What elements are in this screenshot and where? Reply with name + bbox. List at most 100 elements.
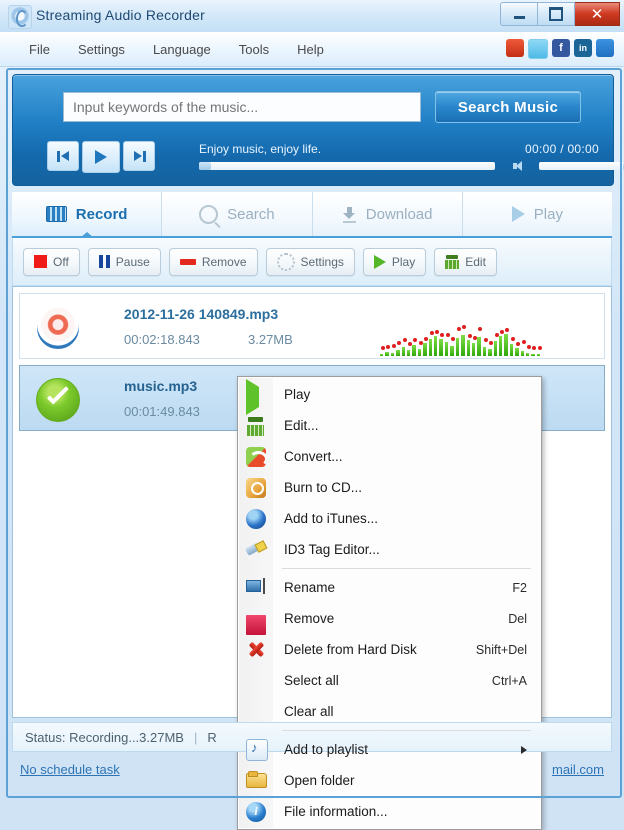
menu-bar: File Settings Language Tools Help f in <box>0 32 624 67</box>
menu-item-language[interactable]: Language <box>140 38 224 61</box>
googleplus-icon[interactable] <box>506 39 524 57</box>
off-button[interactable]: Off <box>23 248 80 276</box>
search-player-panel: Search Music Enjoy music, enjoy life. 00… <box>12 74 614 186</box>
play-icon <box>512 206 525 222</box>
previous-track-button[interactable] <box>47 141 79 171</box>
window-title: Streaming Audio Recorder <box>36 7 205 23</box>
spectrum-peak-dot <box>527 345 531 349</box>
rename-icon <box>246 578 266 598</box>
next-track-button[interactable] <box>123 141 155 171</box>
off-button-label: Off <box>53 255 69 269</box>
window-controls: ✕ <box>500 2 620 26</box>
menu-item-label: Play <box>284 387 310 402</box>
spectrum-peak-dot <box>484 338 488 342</box>
spectrum-bar <box>510 344 513 356</box>
remove-button[interactable]: Remove <box>169 248 258 276</box>
menu-item-add-to-itunes[interactable]: Add to iTunes... <box>238 503 541 534</box>
volume-icon[interactable] <box>513 161 524 171</box>
pause-button-label: Pause <box>116 255 150 269</box>
close-button[interactable]: ✕ <box>575 2 620 26</box>
menu-item-settings[interactable]: Settings <box>65 38 138 61</box>
previous-track-icon <box>57 151 70 162</box>
spectrum-bar <box>515 348 518 356</box>
spectrum-bar <box>434 336 437 356</box>
menu-item-add-to-playlist[interactable]: Add to playlist <box>238 734 541 765</box>
spectrum-peak-dot <box>419 341 423 345</box>
menu-item-convert[interactable]: Convert... <box>238 441 541 472</box>
menu-item-select-all[interactable]: Select all Ctrl+A <box>238 665 541 696</box>
record-toolbar: Off Pause Remove Settings Play Edit <box>12 238 612 286</box>
menu-item-play[interactable]: Play <box>238 379 541 410</box>
menu-item-rename[interactable]: Rename F2 <box>238 572 541 603</box>
menu-item-clear-all[interactable]: Clear all <box>238 696 541 727</box>
seek-slider[interactable] <box>199 162 495 170</box>
pause-button[interactable]: Pause <box>88 248 161 276</box>
spectrum-bar <box>504 334 507 356</box>
spectrum-bar <box>385 352 388 356</box>
menu-item-label: Convert... <box>284 449 343 464</box>
completed-check-icon <box>36 378 78 420</box>
settings-button-label: Settings <box>301 255 344 269</box>
play-icon <box>374 255 386 269</box>
menu-item-delete-from-hard-disk[interactable]: Delete from Hard Disk Shift+Del <box>238 634 541 665</box>
share-icon[interactable] <box>596 39 614 57</box>
facebook-icon[interactable]: f <box>552 39 570 57</box>
menu-item-id3-tag-editor[interactable]: ID3 Tag Editor... <box>238 534 541 565</box>
volume-slider[interactable] <box>539 162 624 170</box>
context-menu[interactable]: Play Edit... Convert... Burn to CD... Add to… <box>237 376 542 830</box>
remove-minus-icon <box>246 615 266 635</box>
menu-item-shortcut: Del <box>508 612 527 626</box>
menu-item-label: Clear all <box>284 704 334 719</box>
spectrum-bar <box>445 342 448 356</box>
menu-item-file[interactable]: File <box>16 38 63 61</box>
spectrum-bar <box>450 346 453 356</box>
minimize-button[interactable] <box>500 2 538 26</box>
play-button[interactable] <box>82 141 120 173</box>
menu-item-tools[interactable]: Tools <box>226 38 282 61</box>
menu-item-open-folder[interactable]: Open folder <box>238 765 541 796</box>
spectrum-visualizer <box>380 326 540 356</box>
spectrum-peak-dot <box>538 346 542 350</box>
seek-knob[interactable] <box>199 162 211 170</box>
tab-download[interactable]: Download <box>313 192 463 236</box>
menu-item-help[interactable]: Help <box>284 38 337 61</box>
search-music-button[interactable]: Search Music <box>435 91 581 123</box>
spectrum-peak-dot <box>430 331 434 335</box>
menu-item-remove[interactable]: Remove Del <box>238 603 541 634</box>
email-link[interactable]: mail.com <box>552 762 604 777</box>
spectrum-bar <box>472 343 475 356</box>
spectrum-peak-dot <box>408 342 412 346</box>
menu-item-label: Remove <box>284 611 334 626</box>
row-size: 3.27MB <box>248 332 293 347</box>
menu-item-file-information[interactable]: i File information... <box>238 796 541 827</box>
spectrum-bar <box>429 339 432 356</box>
menu-item-shortcut: F2 <box>512 581 527 595</box>
edit-button[interactable]: Edit <box>434 248 497 276</box>
menu-separator <box>282 568 531 569</box>
folder-icon <box>246 771 266 791</box>
playlist-icon <box>246 739 268 761</box>
spectrum-peak-dot <box>435 330 439 334</box>
linkedin-icon[interactable]: in <box>574 39 592 57</box>
spectrum-bar <box>499 336 502 356</box>
menu-item-burn-to-cd[interactable]: Burn to CD... <box>238 472 541 503</box>
settings-button[interactable]: Settings <box>266 248 355 276</box>
tab-search[interactable]: Search <box>162 192 312 236</box>
schedule-task-link[interactable]: No schedule task <box>20 762 120 777</box>
twitter-icon[interactable] <box>528 39 548 59</box>
edit-button-label: Edit <box>465 255 486 269</box>
menu-item-label: Burn to CD... <box>284 480 362 495</box>
menu-item-edit[interactable]: Edit... <box>238 410 541 441</box>
convert-icon <box>246 447 266 467</box>
play-button-toolbar[interactable]: Play <box>363 248 426 276</box>
spectrum-bar <box>380 354 383 356</box>
menu-item-label: Add to playlist <box>284 742 368 757</box>
pause-icon <box>99 255 110 268</box>
tab-play[interactable]: Play <box>463 192 612 236</box>
search-input[interactable] <box>63 92 421 122</box>
tab-record[interactable]: Record <box>12 192 162 236</box>
menu-item-label: ID3 Tag Editor... <box>284 542 380 557</box>
spectrum-bar <box>494 341 497 356</box>
maximize-button[interactable] <box>538 2 575 26</box>
menu-separator <box>282 730 531 731</box>
